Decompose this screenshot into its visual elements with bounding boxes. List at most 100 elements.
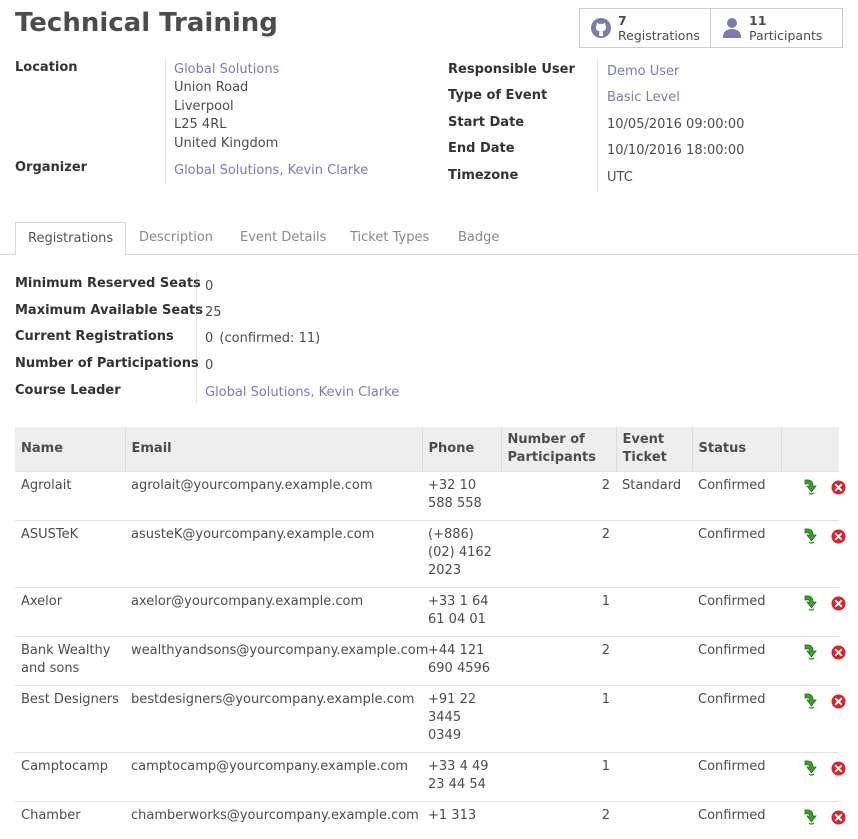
address-line: Union Road — [174, 80, 248, 95]
timezone-value: UTC — [607, 170, 633, 185]
red-cancel-icon[interactable] — [831, 596, 846, 617]
green-arrow-down-icon[interactable] — [801, 527, 819, 551]
cell-participants: 2 — [501, 472, 616, 521]
column-header-ticket[interactable]: Event Ticket — [616, 427, 692, 472]
cell-status: Confirmed — [692, 472, 781, 521]
table-row[interactable]: Chamber chamberworks@yourcompany.example… — [15, 802, 839, 839]
address-line: Liverpool — [174, 99, 234, 114]
cell-email: agrolait@yourcompany.example.com — [125, 472, 422, 521]
cell-phone: +1 313 — [422, 802, 501, 839]
confirmed-prefix: (confirmed: — [219, 331, 294, 346]
red-cancel-icon[interactable] — [831, 480, 846, 501]
cell-actions — [781, 753, 839, 802]
current-registrations-count: 0 — [205, 331, 213, 346]
tab-description[interactable]: Description — [139, 222, 213, 254]
cell-ticket — [616, 802, 692, 839]
cell-email: wealthyandsons@yourcompany.example.com — [125, 637, 422, 686]
column-header-status[interactable]: Status — [692, 427, 781, 472]
cell-actions — [781, 637, 839, 686]
tab-ticket-types[interactable]: Ticket Types — [350, 222, 429, 254]
participants-stat-button[interactable]: 11 Participants — [710, 8, 843, 48]
green-arrow-down-icon[interactable] — [801, 759, 819, 783]
cell-participants: 1 — [501, 753, 616, 802]
cell-actions — [781, 588, 839, 637]
responsible-label: Responsible User — [448, 62, 575, 77]
cell-name: Best Designers — [15, 686, 125, 753]
location-link[interactable]: Global Solutions — [174, 62, 279, 77]
red-cancel-icon[interactable] — [831, 810, 846, 831]
cell-name: Bank Wealthy and sons — [15, 637, 125, 686]
column-header-participants[interactable]: Number of Participants — [501, 427, 616, 472]
participants-label: Participants — [749, 28, 822, 43]
cell-name: Axelor — [15, 588, 125, 637]
red-cancel-icon[interactable] — [831, 645, 846, 666]
column-header-actions — [781, 427, 839, 472]
red-cancel-icon[interactable] — [831, 529, 846, 550]
course-leader-label: Course Leader — [15, 383, 121, 398]
cell-status: Confirmed — [692, 521, 781, 588]
green-arrow-down-icon[interactable] — [801, 808, 819, 832]
table-header-row: Name Email Phone Number of Participants … — [15, 427, 839, 472]
location-label: Location — [15, 60, 78, 75]
cell-phone: +33 4 49 23 44 54 — [422, 753, 501, 802]
registrations-stat-button[interactable]: 7 Registrations — [579, 8, 711, 48]
tab-registrations[interactable]: Registrations — [15, 222, 126, 256]
course-leader-link[interactable]: Global Solutions, Kevin Clarke — [205, 385, 399, 400]
green-arrow-down-icon[interactable] — [801, 643, 819, 667]
address-line: L25 4RL — [174, 117, 226, 132]
organizer-link[interactable]: Global Solutions, Kevin Clarke — [174, 163, 368, 178]
timezone-label: Timezone — [448, 168, 518, 183]
cell-ticket: Standard — [616, 472, 692, 521]
table-row[interactable]: ASUSTeK asusteK@yourcompany.example.com … — [15, 521, 839, 588]
tabs-divider — [0, 254, 858, 255]
column-header-name[interactable]: Name — [15, 427, 125, 472]
column-header-phone[interactable]: Phone — [422, 427, 501, 472]
table-row[interactable]: Best Designers bestdesigners@yourcompany… — [15, 686, 839, 753]
table-row[interactable]: Bank Wealthy and sons wealthyandsons@you… — [15, 637, 839, 686]
responsible-user-link[interactable]: Demo User — [607, 64, 679, 79]
cell-participants: 2 — [501, 802, 616, 839]
event-type-link[interactable]: Basic Level — [607, 90, 680, 105]
start-date-label: Start Date — [448, 115, 524, 130]
red-cancel-icon[interactable] — [831, 694, 846, 715]
min-seats-label: Minimum Reserved Seats — [15, 276, 201, 291]
tab-badge[interactable]: Badge — [458, 222, 499, 254]
cell-actions — [781, 521, 839, 588]
github-icon — [588, 17, 614, 39]
red-cancel-icon[interactable] — [831, 761, 846, 782]
confirmed-suffix: ) — [315, 331, 320, 346]
cell-actions — [781, 802, 839, 839]
column-header-email[interactable]: Email — [125, 427, 422, 472]
cell-email: axelor@yourcompany.example.com — [125, 588, 422, 637]
cell-email: bestdesigners@yourcompany.example.com — [125, 686, 422, 753]
cell-ticket — [616, 521, 692, 588]
cell-phone: +91 22 3445 0349 — [422, 686, 501, 753]
table-row[interactable]: Axelor axelor@yourcompany.example.com +3… — [15, 588, 839, 637]
green-arrow-down-icon[interactable] — [801, 594, 819, 618]
user-icon — [719, 17, 745, 39]
max-seats-value: 25 — [205, 305, 222, 320]
left-divider — [165, 58, 166, 184]
participants-count: 11 — [749, 13, 766, 28]
cell-email: camptocamp@yourcompany.example.com — [125, 753, 422, 802]
cell-name: Chamber — [15, 802, 125, 839]
cell-ticket — [616, 637, 692, 686]
green-arrow-down-icon[interactable] — [801, 478, 819, 502]
registrations-label: Registrations — [618, 28, 700, 43]
cell-phone: (+886) (02) 4162 2023 — [422, 521, 501, 588]
cell-status: Confirmed — [692, 637, 781, 686]
tab-event-details[interactable]: Event Details — [240, 222, 326, 254]
cell-participants: 1 — [501, 686, 616, 753]
green-arrow-down-icon[interactable] — [801, 692, 819, 716]
cell-status: Confirmed — [692, 686, 781, 753]
cell-phone: +44 121 690 4596 — [422, 637, 501, 686]
table-row[interactable]: Camptocamp camptocamp@yourcompany.exampl… — [15, 753, 839, 802]
cell-status: Confirmed — [692, 802, 781, 839]
max-seats-label: Maximum Available Seats — [15, 303, 203, 318]
event-type-label: Type of Event — [448, 88, 547, 103]
cell-participants: 2 — [501, 521, 616, 588]
registrations-table: Name Email Phone Number of Participants … — [15, 427, 839, 839]
table-row[interactable]: Agrolait agrolait@yourcompany.example.co… — [15, 472, 839, 521]
cell-ticket — [616, 753, 692, 802]
cell-name: ASUSTeK — [15, 521, 125, 588]
